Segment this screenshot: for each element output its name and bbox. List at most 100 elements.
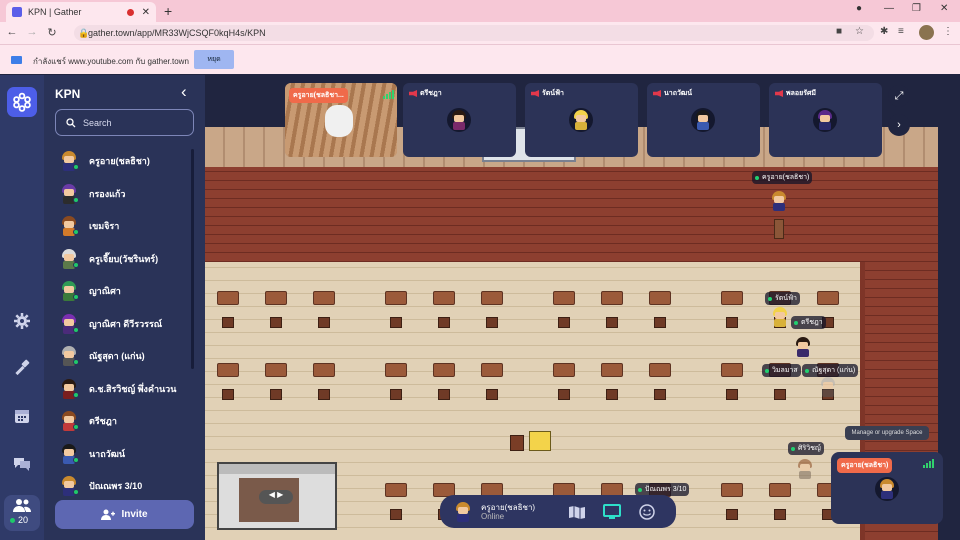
participant-row[interactable]: กรองแก้ว bbox=[44, 178, 205, 211]
participant-name: นาถวัฒน์ bbox=[89, 448, 125, 459]
people-count: 20 bbox=[18, 515, 29, 525]
invite-button[interactable]: Invite bbox=[55, 500, 194, 529]
bottom-toolbar: ครูอาย(ชลธิชา) Online bbox=[440, 495, 676, 528]
tv-screen-object[interactable] bbox=[529, 431, 551, 451]
stool bbox=[270, 317, 282, 328]
profile-avatar[interactable] bbox=[919, 25, 934, 40]
url-input[interactable]: 🔒 gather.town/app/MR33WjCSQF0kqH4s/KPN bbox=[74, 25, 874, 41]
reload-icon[interactable]: ↻ bbox=[42, 26, 62, 39]
extensions-icon[interactable]: ✱ bbox=[880, 26, 888, 37]
self-video-badge: ครูอาย(ชลธิชา) bbox=[837, 458, 893, 473]
stool bbox=[726, 317, 738, 328]
gear-icon[interactable] bbox=[13, 312, 31, 330]
chat-icon[interactable] bbox=[13, 454, 31, 472]
next-tiles-icon[interactable]: › bbox=[888, 114, 910, 136]
student-avatar-siri[interactable] bbox=[797, 459, 813, 479]
forward-icon[interactable]: → bbox=[22, 26, 42, 38]
address-bar-row: ← → ↻ 🔒 gather.town/app/MR33WjCSQF0kqH4s… bbox=[0, 22, 960, 44]
media-control-icon[interactable]: ≡ bbox=[898, 26, 904, 37]
invite-label: Invite bbox=[121, 509, 148, 520]
video-tile-ploy[interactable]: พลอยรัศมี bbox=[769, 83, 882, 157]
self-avatar[interactable] bbox=[455, 501, 471, 522]
desk bbox=[769, 483, 791, 497]
participant-row[interactable]: ตรีชฎา bbox=[44, 405, 205, 438]
close-window-button[interactable]: ✕ bbox=[940, 3, 948, 14]
participant-row[interactable]: ปัณณพร 3/10 bbox=[44, 470, 205, 503]
podium[interactable] bbox=[774, 219, 784, 239]
minimize-button[interactable]: — bbox=[884, 3, 894, 14]
signal-strength-icon bbox=[923, 459, 934, 468]
participant-row[interactable]: ครูอาย(ชลธิชา) bbox=[44, 145, 205, 178]
lock-icon: 🔒 bbox=[78, 28, 90, 38]
video-tile-rat[interactable]: รัตน์ฟ้า bbox=[525, 83, 638, 157]
student-nametag-siri: ศิริวิชญ์ bbox=[788, 442, 824, 455]
muted-mic-icon bbox=[775, 90, 783, 97]
stool bbox=[606, 389, 618, 400]
profile-menu-icon[interactable]: ● bbox=[856, 3, 862, 14]
screen-share-preview[interactable]: ◀ ▶ bbox=[217, 462, 337, 530]
hammer-build-icon[interactable] bbox=[13, 359, 31, 377]
back-icon[interactable]: ← bbox=[2, 26, 22, 38]
browser-tab[interactable]: KPN | Gather ✕ bbox=[6, 2, 156, 22]
participant-row[interactable]: ญาณิศา bbox=[44, 275, 205, 308]
share-notice-text: กำลังแชร์ www.youtube.com กับ gather.tow… bbox=[33, 57, 189, 66]
map-icon[interactable] bbox=[566, 501, 588, 523]
browser-menu-icon[interactable]: ⋮ bbox=[943, 26, 953, 37]
media-controls-icon[interactable]: ◀ ▶ bbox=[259, 490, 293, 504]
stop-sharing-button[interactable]: หยุด bbox=[194, 50, 234, 69]
stool bbox=[606, 317, 618, 328]
student-avatar-nat[interactable] bbox=[820, 377, 836, 397]
participant-row[interactable]: ญาณิศา ดีวีรวรรณ์ bbox=[44, 308, 205, 341]
emoji-icon[interactable] bbox=[636, 501, 658, 523]
participant-row[interactable]: ณัฐสุดา (แก่น) bbox=[44, 340, 205, 373]
collapse-panel-icon[interactable]: ‹ bbox=[181, 82, 187, 102]
muted-mic-icon bbox=[409, 90, 417, 97]
participant-list-scrollbar[interactable] bbox=[191, 149, 194, 369]
video-tile-nat[interactable]: นาถวัฒน์ bbox=[647, 83, 760, 157]
desk bbox=[385, 291, 407, 305]
participant-avatar bbox=[60, 183, 79, 204]
stool bbox=[558, 389, 570, 400]
maximize-button[interactable]: ❐ bbox=[912, 3, 921, 14]
add-user-icon bbox=[101, 509, 116, 520]
search-input[interactable]: Search bbox=[55, 109, 194, 136]
desk bbox=[433, 363, 455, 377]
participant-row[interactable]: เขมจิรา bbox=[44, 210, 205, 243]
desk bbox=[721, 483, 743, 497]
gather-logo-icon[interactable] bbox=[7, 87, 37, 117]
online-status-icon bbox=[73, 294, 79, 301]
self-video-tile[interactable]: ครูอาย(ชลธิชา) bbox=[831, 452, 943, 524]
student-avatar-tri[interactable] bbox=[795, 337, 811, 357]
participant-avatar bbox=[60, 443, 79, 464]
expand-tiles-icon[interactable]: ⤢ bbox=[888, 85, 910, 107]
participants-panel: KPN ‹ Search ครูอาย(ชลธิชา) กรองแก้ว เขมจิ… bbox=[44, 75, 205, 540]
video-tile-tri[interactable]: ตรีชฎา bbox=[403, 83, 516, 157]
participant-row[interactable]: ด.ช.สิรวิชญ์ พึ่งคำนวน bbox=[44, 373, 205, 406]
close-tab-icon[interactable]: ✕ bbox=[142, 7, 150, 18]
self-camera-tile[interactable]: ครูอาย(ชลธิชา... bbox=[285, 83, 397, 157]
participant-avatar bbox=[60, 378, 79, 399]
online-status-icon bbox=[73, 196, 79, 203]
stool bbox=[438, 317, 450, 328]
stool bbox=[270, 389, 282, 400]
participant-name: ครูอาย(ชลธิชา) bbox=[89, 156, 150, 167]
participant-row[interactable]: นาถวัฒน์ bbox=[44, 438, 205, 471]
desk bbox=[265, 363, 287, 377]
map-canvas[interactable]: ครูอาย(ชลธิชา) รัตน์ฟ้า ตรีชฎา วิมลมาส ณ… bbox=[205, 75, 960, 540]
participant-name: ตรีชฎา bbox=[89, 416, 117, 427]
new-tab-button[interactable]: + bbox=[164, 3, 172, 19]
screen-share-toggle-icon[interactable] bbox=[601, 501, 623, 523]
stool bbox=[486, 389, 498, 400]
people-button[interactable]: 20 bbox=[4, 495, 40, 531]
self-status[interactable]: ครูอาย(ชลธิชา) Online bbox=[481, 503, 566, 521]
student-nametag-rat: รัตน์ฟ้า bbox=[765, 292, 800, 305]
participant-name: ด.ช.สิรวิชญ์ พึ่งคำนวน bbox=[89, 383, 177, 394]
calendar-icon[interactable] bbox=[13, 407, 31, 425]
bookmark-star-icon[interactable]: ☆ bbox=[855, 26, 864, 37]
student-avatar-rat[interactable] bbox=[772, 307, 788, 327]
online-status-icon bbox=[73, 391, 79, 398]
teacher-avatar[interactable] bbox=[771, 191, 787, 211]
participant-row[interactable]: ครูเจี๊ยบ(วัชรินทร์) bbox=[44, 243, 205, 276]
stool bbox=[774, 389, 786, 400]
camera-indicator-icon[interactable]: ■ bbox=[836, 26, 842, 37]
